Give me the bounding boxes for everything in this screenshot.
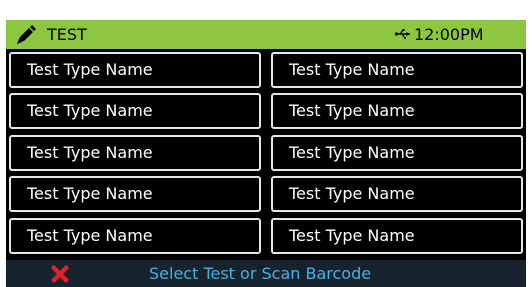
header-title: TEST [47, 25, 87, 44]
test-type-button[interactable]: Test Type Name [9, 52, 261, 88]
test-type-button[interactable]: Test Type Name [271, 218, 523, 254]
test-type-button[interactable]: Test Type Name [271, 135, 523, 171]
test-type-button[interactable]: Test Type Name [271, 52, 523, 88]
pen-icon [17, 25, 36, 44]
test-type-button[interactable]: Test Type Name [271, 93, 523, 129]
status-message: Select Test or Scan Barcode [149, 264, 372, 283]
usb-icon [394, 29, 410, 40]
test-type-button[interactable]: Test Type Name [271, 176, 523, 212]
status-bar: Select Test or Scan Barcode [6, 260, 526, 287]
device-screen: TEST 12:00PM Test Type Name Test Type Na… [6, 20, 526, 287]
test-type-button[interactable]: Test Type Name [9, 218, 261, 254]
test-type-button[interactable]: Test Type Name [9, 176, 261, 212]
test-type-button[interactable]: Test Type Name [9, 93, 261, 129]
clock-time: 12:00PM [414, 25, 484, 44]
test-type-button[interactable]: Test Type Name [9, 135, 261, 171]
header-bar: TEST 12:00PM [6, 20, 526, 49]
close-icon[interactable] [51, 265, 69, 283]
